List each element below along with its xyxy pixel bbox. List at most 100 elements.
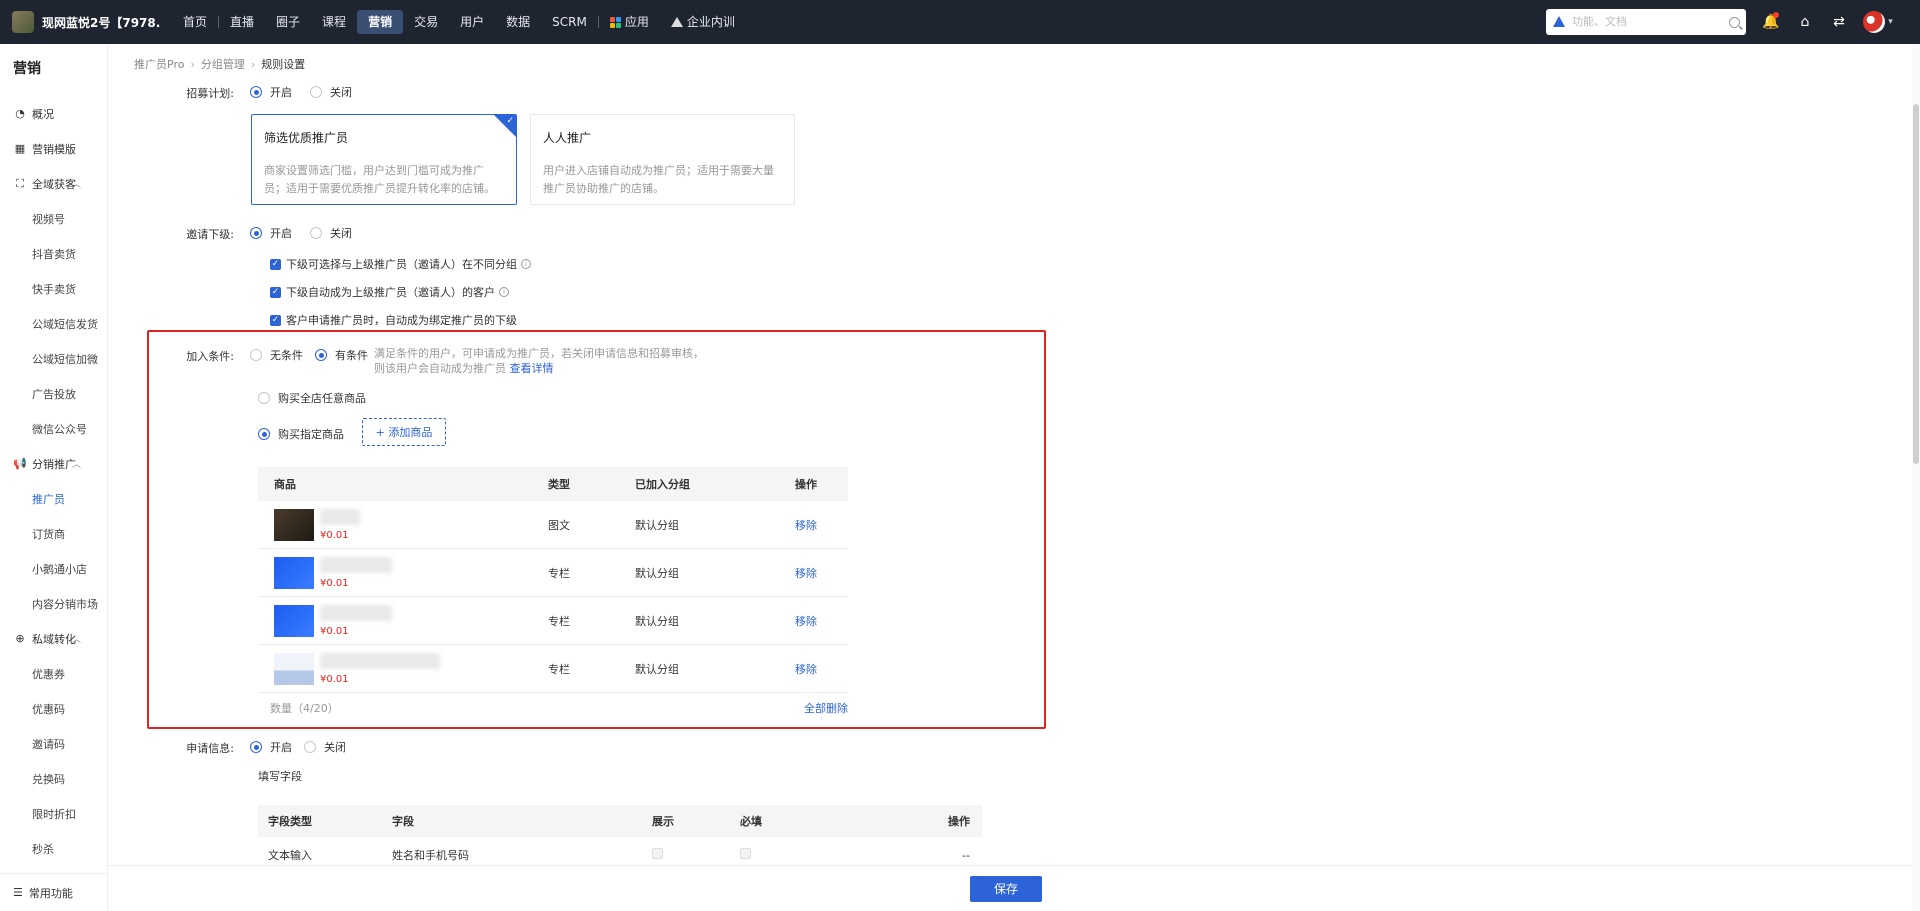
detail-link[interactable]: 查看详情 [510,362,554,375]
nav-course[interactable]: 课程 [311,10,357,34]
invite-off-radio[interactable]: 关闭 [310,225,352,241]
sidebar-item-label: 概况 [32,107,54,121]
goods-cell: ¥0.01 [258,604,548,637]
info-icon[interactable]: i [499,287,509,297]
breadcrumb-item[interactable]: 分组管理 [201,56,245,72]
specific-goods-radio[interactable]: 购买指定商品 [258,426,344,442]
nav-enterprise-label: 企业内训 [686,15,735,29]
sidebar-group-distribution[interactable]: 📢 分销推广 ︿ [0,446,107,481]
sidebar-group-acquisition[interactable]: ⛶ 全域获客 ︿ [0,166,107,201]
sidebar-item[interactable]: 快手卖货 [0,271,107,306]
store-button[interactable]: ⌂ [1788,0,1822,44]
required-cell [740,848,910,862]
nav-home[interactable]: 首页 [172,10,218,34]
checkbox-checked[interactable]: ✓ [270,314,281,326]
display-checkbox-disabled [652,848,663,859]
sidebar-item[interactable]: 内容分销市场 [0,586,107,621]
delete-all-link[interactable]: 全部删除 [804,700,848,716]
scrollbar[interactable] [1912,44,1920,911]
recruit-card-quality[interactable]: ✓ 筛选优质推广员 商家设置筛选门槛，用户达到门槛可成为推广员；适用于需要优质推… [251,114,517,205]
sidebar-item-overview[interactable]: ◔ 概况 [0,96,107,131]
sidebar-group-label: 私域转化 [32,632,76,646]
checkbox-checked[interactable]: ✓ [270,258,281,270]
invite-option-diff-group[interactable]: ✓ 下级可选择与上级推广员（邀请人）在不同分组 i [270,256,531,272]
nav-circle[interactable]: 圈子 [265,10,311,34]
nav-enterprise-training[interactable]: 企业内训 [660,10,746,34]
remove-link[interactable]: 移除 [795,661,848,677]
sidebar-item[interactable]: 优惠券 [0,656,107,691]
recruit-on-radio[interactable]: 开启 [250,84,292,100]
nav-trade[interactable]: 交易 [403,10,449,34]
join-desc-line1: 满足条件的用户，可申请成为推广员，若关闭申请信息和招募审核， [374,347,704,360]
sidebar-item[interactable]: 微信公众号 [0,411,107,446]
required-checkbox-disabled [740,848,751,859]
sidebar-group-label: 全域获客 [32,177,76,191]
header-type: 类型 [548,478,570,491]
nav-users[interactable]: 用户 [449,10,495,34]
sidebar-item-templates[interactable]: ▦ 营销模版 [0,131,107,166]
sidebar-item[interactable]: 秒杀 [0,831,107,866]
recruit-off-radio[interactable]: 关闭 [310,84,352,100]
radio-dot [258,392,270,404]
add-goods-button[interactable]: + 添加商品 [362,418,446,446]
nav-apps[interactable]: 应用 [599,10,660,34]
goods-thumbnail [274,604,314,637]
sidebar-item[interactable]: 订货商 [0,516,107,551]
recruit-label: 招募计划: [186,87,234,100]
sidebar-item[interactable]: 邀请码 [0,726,107,761]
breadcrumb-item[interactable]: 推广员Pro [134,56,184,72]
sidebar-group-private-conversion[interactable]: ⊕ 私域转化 ︿ [0,621,107,656]
sidebar-item[interactable]: 公域短信加微 [0,341,107,376]
switch-button[interactable]: ⇄ [1822,0,1856,44]
header-display: 展示 [652,815,674,828]
radio-dot [250,741,262,753]
nav-live[interactable]: 直播 [219,10,265,34]
checkbox-checked[interactable]: ✓ [270,286,281,298]
card-desc: 用户进入店铺自动成为推广员；适用于需要大量推广员协助推广的店铺。 [543,164,774,195]
remove-link[interactable]: 移除 [795,565,848,581]
nav-marketing[interactable]: 营销 [357,10,404,34]
sidebar-item-promoter[interactable]: 推广员 [0,481,107,516]
sidebar-item[interactable]: 视频号 [0,201,107,236]
recruit-card-everyone[interactable]: 人人推广 用户进入店铺自动成为推广员；适用于需要大量推广员协助推广的店铺。 [530,114,795,205]
join-description: 满足条件的用户，可申请成为推广员，若关闭申请信息和招募审核， 则该用户会自动成为… [374,346,704,376]
search-box[interactable] [1546,9,1746,35]
top-navigation-bar: 现网蓝悦2号【7978... 首页 直播 圈子 课程 营销 交易 用户 数据 S… [0,0,1920,44]
remove-link[interactable]: 移除 [795,517,848,533]
goods-count: 数量（4/20） [270,702,339,715]
nav-data[interactable]: 数据 [495,10,541,34]
invite-option-auto-bind[interactable]: ✓ 客户申请推广员时，自动成为绑定推广员的下级 [270,312,517,328]
save-button[interactable]: 保存 [970,875,1042,902]
sidebar-item[interactable]: 公域短信发货 [0,306,107,341]
any-goods-radio[interactable]: 购买全店任意商品 [258,390,366,406]
checkbox-label: 下级自动成为上级推广员（邀请人）的客户 [286,286,495,299]
join-has-radio[interactable]: 有条件 [315,347,368,363]
any-goods-option[interactable]: 购买全店任意商品 [258,390,384,407]
user-menu[interactable]: ▾ [1856,0,1900,44]
sidebar-item[interactable]: 抖音卖货 [0,236,107,271]
notification-button[interactable]: 🔔 [1754,0,1788,44]
sidebar-item[interactable]: 广告投放 [0,376,107,411]
specific-goods-option[interactable]: 购买指定商品 [258,426,362,443]
sidebar-common-functions[interactable]: ☰ 常用功能 [0,873,108,911]
sidebar-item[interactable]: 小鹅通小店 [0,551,107,586]
remove-link[interactable]: 移除 [795,613,848,629]
scrollbar-thumb[interactable] [1913,104,1919,464]
search-brand-icon [1552,15,1566,29]
card-desc: 商家设置筛选门槛，用户达到门槛可成为推广员；适用于需要优质推广员提升转化率的店铺… [264,164,495,195]
apply-label: 申请信息: [186,742,234,755]
apply-on-radio[interactable]: 开启 [250,739,292,755]
invite-option-customer[interactable]: ✓ 下级自动成为上级推广员（邀请人）的客户 i [270,284,509,300]
sidebar-item[interactable]: 限时折扣 [0,796,107,831]
search-input[interactable] [1572,16,1729,28]
apply-off-radio[interactable]: 关闭 [304,739,346,755]
search-icon[interactable] [1729,16,1740,28]
sidebar-item[interactable]: 优惠码 [0,691,107,726]
invite-on-radio[interactable]: 开启 [250,225,292,241]
nav-scrm[interactable]: SCRM [541,10,598,34]
radio-dot [258,428,270,440]
join-none-radio[interactable]: 无条件 [250,347,303,363]
info-icon[interactable]: i [521,259,531,269]
brand[interactable]: 现网蓝悦2号【7978... [0,0,160,44]
sidebar-item[interactable]: 兑换码 [0,761,107,796]
